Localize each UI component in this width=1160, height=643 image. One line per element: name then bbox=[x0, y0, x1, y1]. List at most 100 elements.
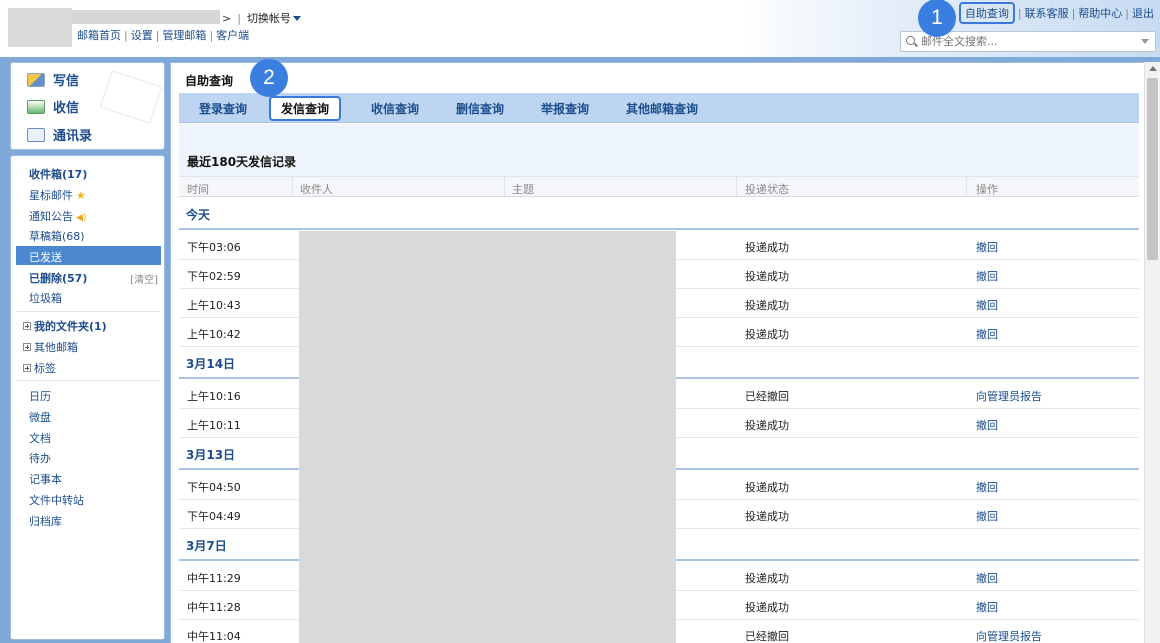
separator: | bbox=[124, 29, 128, 42]
nav-admin[interactable]: 管理邮箱 bbox=[162, 29, 206, 42]
tab-login-query[interactable]: 登录查询 bbox=[199, 100, 247, 117]
tab-report-query[interactable]: 举报查询 bbox=[541, 100, 589, 117]
page-title: 自助查询 bbox=[185, 74, 234, 88]
date-group-label: 今天 bbox=[186, 208, 211, 222]
row-status: 投递成功 bbox=[745, 241, 789, 254]
search-icon bbox=[906, 36, 915, 45]
tab-other-mailbox-query[interactable]: 其他邮箱查询 bbox=[626, 100, 698, 117]
vertical-scrollbar[interactable] bbox=[1144, 62, 1160, 643]
row-action-link[interactable]: 撤回 bbox=[976, 508, 998, 524]
folder-my-folders[interactable]: 我的文件夹(1) bbox=[23, 318, 107, 334]
row-action-link[interactable]: 撤回 bbox=[976, 268, 998, 284]
row-status: 投递成功 bbox=[745, 572, 789, 585]
row-action-link[interactable]: 撤回 bbox=[976, 570, 998, 586]
column-status: 投递状态 bbox=[745, 183, 789, 196]
row-status: 投递成功 bbox=[745, 299, 789, 312]
app-calendar[interactable]: 日历 bbox=[29, 388, 51, 404]
column-divider bbox=[736, 177, 737, 197]
app-archive[interactable]: 归档库 bbox=[29, 513, 62, 529]
separator: | bbox=[155, 29, 160, 42]
scrollbar-thumb[interactable] bbox=[1147, 78, 1158, 260]
row-time: 中午11:29 bbox=[187, 572, 241, 585]
account-name-redacted bbox=[72, 10, 220, 24]
folder-starred-label: 星标邮件 bbox=[29, 189, 73, 202]
row-action-link[interactable]: 撤回 bbox=[976, 239, 998, 255]
separator: | bbox=[1125, 7, 1129, 20]
row-status: 投递成功 bbox=[745, 481, 789, 494]
compose-label: 写信 bbox=[53, 74, 80, 89]
column-divider bbox=[504, 177, 505, 197]
expand-icon[interactable] bbox=[23, 343, 31, 351]
row-action-link[interactable]: 撤回 bbox=[976, 417, 998, 433]
top-links: 自助查询 | 联系客服 | 帮助中心 | 退出 bbox=[958, 2, 1154, 24]
logout-link[interactable]: 退出 bbox=[1132, 7, 1154, 20]
date-group-label: 3月13日 bbox=[186, 448, 236, 462]
date-group-label: 3月7日 bbox=[186, 539, 227, 553]
contacts-button[interactable]: 通讯录 bbox=[27, 125, 92, 144]
app-drive[interactable]: 微盘 bbox=[29, 409, 51, 425]
step-badge-1: 1 bbox=[918, 0, 956, 37]
tab-received-query[interactable]: 收信查询 bbox=[371, 100, 419, 117]
nav-settings[interactable]: 设置 bbox=[131, 29, 153, 42]
compose-button[interactable]: 写信 bbox=[27, 70, 79, 89]
switch-account-link[interactable]: 切换帐号 bbox=[247, 12, 301, 25]
row-action-link[interactable]: 撤回 bbox=[976, 297, 998, 313]
divider bbox=[17, 311, 160, 312]
scroll-up-arrow-icon[interactable] bbox=[1149, 66, 1157, 71]
empty-trash-link[interactable]: [清空] bbox=[130, 271, 158, 286]
expand-icon[interactable] bbox=[23, 322, 31, 330]
chevron-down-icon bbox=[292, 16, 301, 21]
folder-drafts[interactable]: 草稿箱(68) bbox=[29, 228, 85, 244]
row-status: 投递成功 bbox=[745, 601, 789, 614]
row-action-link[interactable]: 撤回 bbox=[976, 599, 998, 615]
speaker-icon: ◀) bbox=[76, 213, 87, 223]
folder-spam[interactable]: 垃圾箱 bbox=[29, 290, 62, 306]
row-status: 投递成功 bbox=[745, 419, 789, 432]
folder-inbox[interactable]: 收件箱(17) bbox=[29, 166, 87, 182]
avatar bbox=[8, 8, 72, 47]
folder-deleted[interactable]: 已删除(57) bbox=[29, 270, 87, 286]
app-todo[interactable]: 待办 bbox=[29, 450, 51, 466]
chevron-down-icon[interactable] bbox=[1141, 39, 1149, 44]
search-input[interactable] bbox=[921, 34, 1131, 49]
row-status: 投递成功 bbox=[745, 328, 789, 341]
folder-starred[interactable]: 星标邮件 ★ bbox=[29, 187, 86, 203]
nav-mail-home[interactable]: 邮箱首页 bbox=[77, 29, 121, 42]
expand-icon[interactable] bbox=[23, 364, 31, 372]
nav-client[interactable]: 客户端 bbox=[216, 29, 249, 42]
row-action-link[interactable]: 撤回 bbox=[976, 326, 998, 342]
table-header: 时间 收件人 主题 投递状态 操作 bbox=[179, 176, 1139, 197]
app-file-transfer[interactable]: 文件中转站 bbox=[29, 492, 84, 508]
row-time: 上午10:11 bbox=[187, 419, 241, 432]
contacts-icon bbox=[27, 128, 45, 142]
self-query-link[interactable]: 自助查询 bbox=[965, 7, 1009, 20]
switch-account-label: 切换帐号 bbox=[246, 12, 291, 25]
contact-support-link[interactable]: 联系客服 bbox=[1025, 7, 1069, 20]
tab-deleted-query[interactable]: 删信查询 bbox=[456, 100, 504, 117]
row-action-link[interactable]: 向管理员报告 bbox=[976, 628, 1042, 643]
divider bbox=[17, 380, 160, 381]
folder-tags-label: 标签 bbox=[34, 362, 56, 375]
row-action-link[interactable]: 向管理员报告 bbox=[976, 388, 1042, 404]
folder-notices[interactable]: 通知公告 ◀) bbox=[29, 208, 86, 224]
app-notes[interactable]: 记事本 bbox=[29, 471, 62, 487]
folder-sent-label: 已发送 bbox=[29, 251, 62, 264]
column-time: 时间 bbox=[187, 183, 209, 196]
folder-tags[interactable]: 标签 bbox=[23, 360, 56, 376]
folder-sent[interactable]: 已发送 bbox=[16, 246, 161, 265]
row-time: 下午04:50 bbox=[187, 481, 241, 494]
row-status: 已经撤回 bbox=[745, 390, 789, 403]
self-query-highlight: 自助查询 bbox=[958, 2, 1015, 24]
query-tabs: 登录查询 发信查询 收信查询 删信查询 举报查询 其他邮箱查询 bbox=[179, 93, 1139, 123]
help-center-link[interactable]: 帮助中心 bbox=[1078, 7, 1122, 20]
folder-other-mailboxes[interactable]: 其他邮箱 bbox=[23, 339, 78, 355]
tab-sent-query[interactable]: 发信查询 bbox=[269, 96, 342, 121]
receive-button[interactable]: 收信 bbox=[27, 97, 79, 116]
column-recipient: 收件人 bbox=[300, 183, 333, 196]
recipient-subject-redacted bbox=[299, 231, 676, 643]
row-time: 上午10:16 bbox=[187, 390, 241, 403]
row-action-link[interactable]: 撤回 bbox=[976, 479, 998, 495]
receive-label: 收信 bbox=[53, 101, 80, 116]
app-docs[interactable]: 文档 bbox=[29, 430, 51, 446]
row-status: 投递成功 bbox=[745, 510, 789, 523]
